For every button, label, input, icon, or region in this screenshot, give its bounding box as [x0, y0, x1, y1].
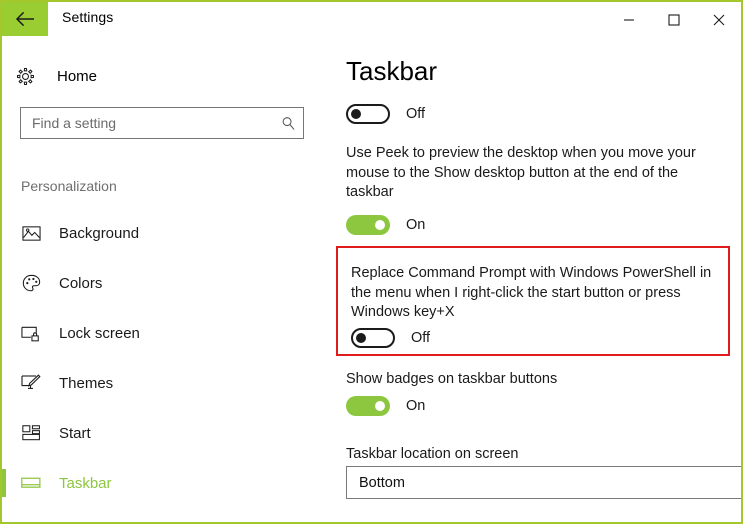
powershell-toggle[interactable]	[351, 328, 395, 348]
sidebar-item-label: Taskbar	[59, 474, 112, 492]
sidebar-item-start[interactable]: Start	[2, 408, 332, 458]
palette-icon	[18, 274, 44, 293]
sidebar-item-background[interactable]: Background	[2, 208, 332, 258]
page-title: Taskbar	[346, 56, 438, 86]
sidebar: Home Personalization	[2, 40, 332, 522]
toggle-knob	[351, 109, 361, 119]
search-icon[interactable]	[273, 116, 303, 131]
close-icon	[713, 14, 725, 26]
main-content: Taskbar Off Use Peek to preview the desk…	[332, 40, 741, 522]
back-arrow-icon	[15, 11, 35, 27]
badges-setting-description: Show badges on taskbar buttons	[346, 371, 558, 387]
gear-icon	[16, 67, 44, 86]
sidebar-item-home[interactable]: Home	[16, 60, 97, 92]
back-button[interactable]	[2, 2, 48, 36]
selection-indicator	[2, 269, 6, 297]
maximize-button[interactable]	[651, 2, 696, 38]
brush-icon	[18, 373, 44, 393]
window-title: Settings	[62, 9, 114, 25]
settings-window: Settings Home Find a setting Personaliza…	[0, 0, 743, 524]
sidebar-item-taskbar[interactable]: Taskbar	[2, 458, 332, 508]
selection-indicator	[2, 219, 6, 247]
selection-indicator	[2, 469, 6, 497]
sidebar-item-label: Lock screen	[59, 324, 140, 342]
selection-indicator	[2, 419, 6, 447]
badges-toggle[interactable]	[346, 396, 390, 416]
sidebar-item-lock-screen[interactable]: Lock screen	[2, 308, 332, 358]
search-box[interactable]	[20, 107, 304, 139]
sidebar-item-themes[interactable]: Themes	[2, 358, 332, 408]
close-button[interactable]	[696, 2, 741, 38]
sidebar-item-label: Start	[59, 424, 91, 442]
lock-screen-icon	[18, 325, 44, 342]
toggle-knob	[356, 333, 366, 343]
powershell-toggle-row: Off	[351, 328, 430, 348]
toggle-knob	[375, 220, 385, 230]
search-input[interactable]	[21, 108, 273, 138]
peek-toggle-row: On	[346, 215, 425, 235]
peek-setting-description: Use Peek to preview the desktop when you…	[346, 145, 696, 200]
peek-toggle-state: On	[406, 217, 426, 233]
sidebar-item-home-label: Home	[57, 67, 98, 85]
toggle-knob	[375, 401, 385, 411]
minimize-button[interactable]	[606, 2, 651, 38]
tiles-icon	[18, 425, 44, 441]
sidebar-item-label: Colors	[59, 274, 103, 292]
sidebar-item-label: Background	[59, 224, 140, 242]
peek-toggle[interactable]	[346, 215, 390, 235]
picture-icon	[18, 225, 44, 242]
selection-indicator	[2, 369, 6, 397]
window-controls	[606, 2, 741, 38]
minimize-icon	[623, 14, 635, 26]
sidebar-nav-list: Background Colors Lock screen Themes Sta…	[2, 208, 332, 508]
top-setting-toggle-state: Off	[406, 106, 426, 122]
maximize-icon	[667, 14, 680, 26]
selection-indicator	[2, 319, 6, 347]
taskbar-location-dropdown[interactable]: Bottom	[346, 466, 741, 499]
badges-toggle-row: On	[346, 396, 425, 416]
top-setting-toggle-row: Off	[346, 104, 425, 124]
badges-toggle-state: On	[406, 398, 426, 414]
powershell-toggle-state: Off	[411, 330, 431, 346]
title-bar: Settings	[2, 2, 741, 40]
powershell-setting-highlight: Replace Command Prompt with Windows Powe…	[336, 246, 730, 356]
taskbar-icon	[18, 476, 44, 490]
taskbar-location-label: Taskbar location on screen	[346, 446, 519, 462]
top-setting-toggle[interactable]	[346, 104, 390, 124]
sidebar-item-label: Themes	[59, 374, 114, 392]
sidebar-item-colors[interactable]: Colors	[2, 258, 332, 308]
taskbar-location-value: Bottom	[359, 474, 405, 491]
sidebar-section-header: Personalization	[21, 178, 117, 194]
powershell-setting-description: Replace Command Prompt with Windows Powe…	[351, 265, 712, 320]
